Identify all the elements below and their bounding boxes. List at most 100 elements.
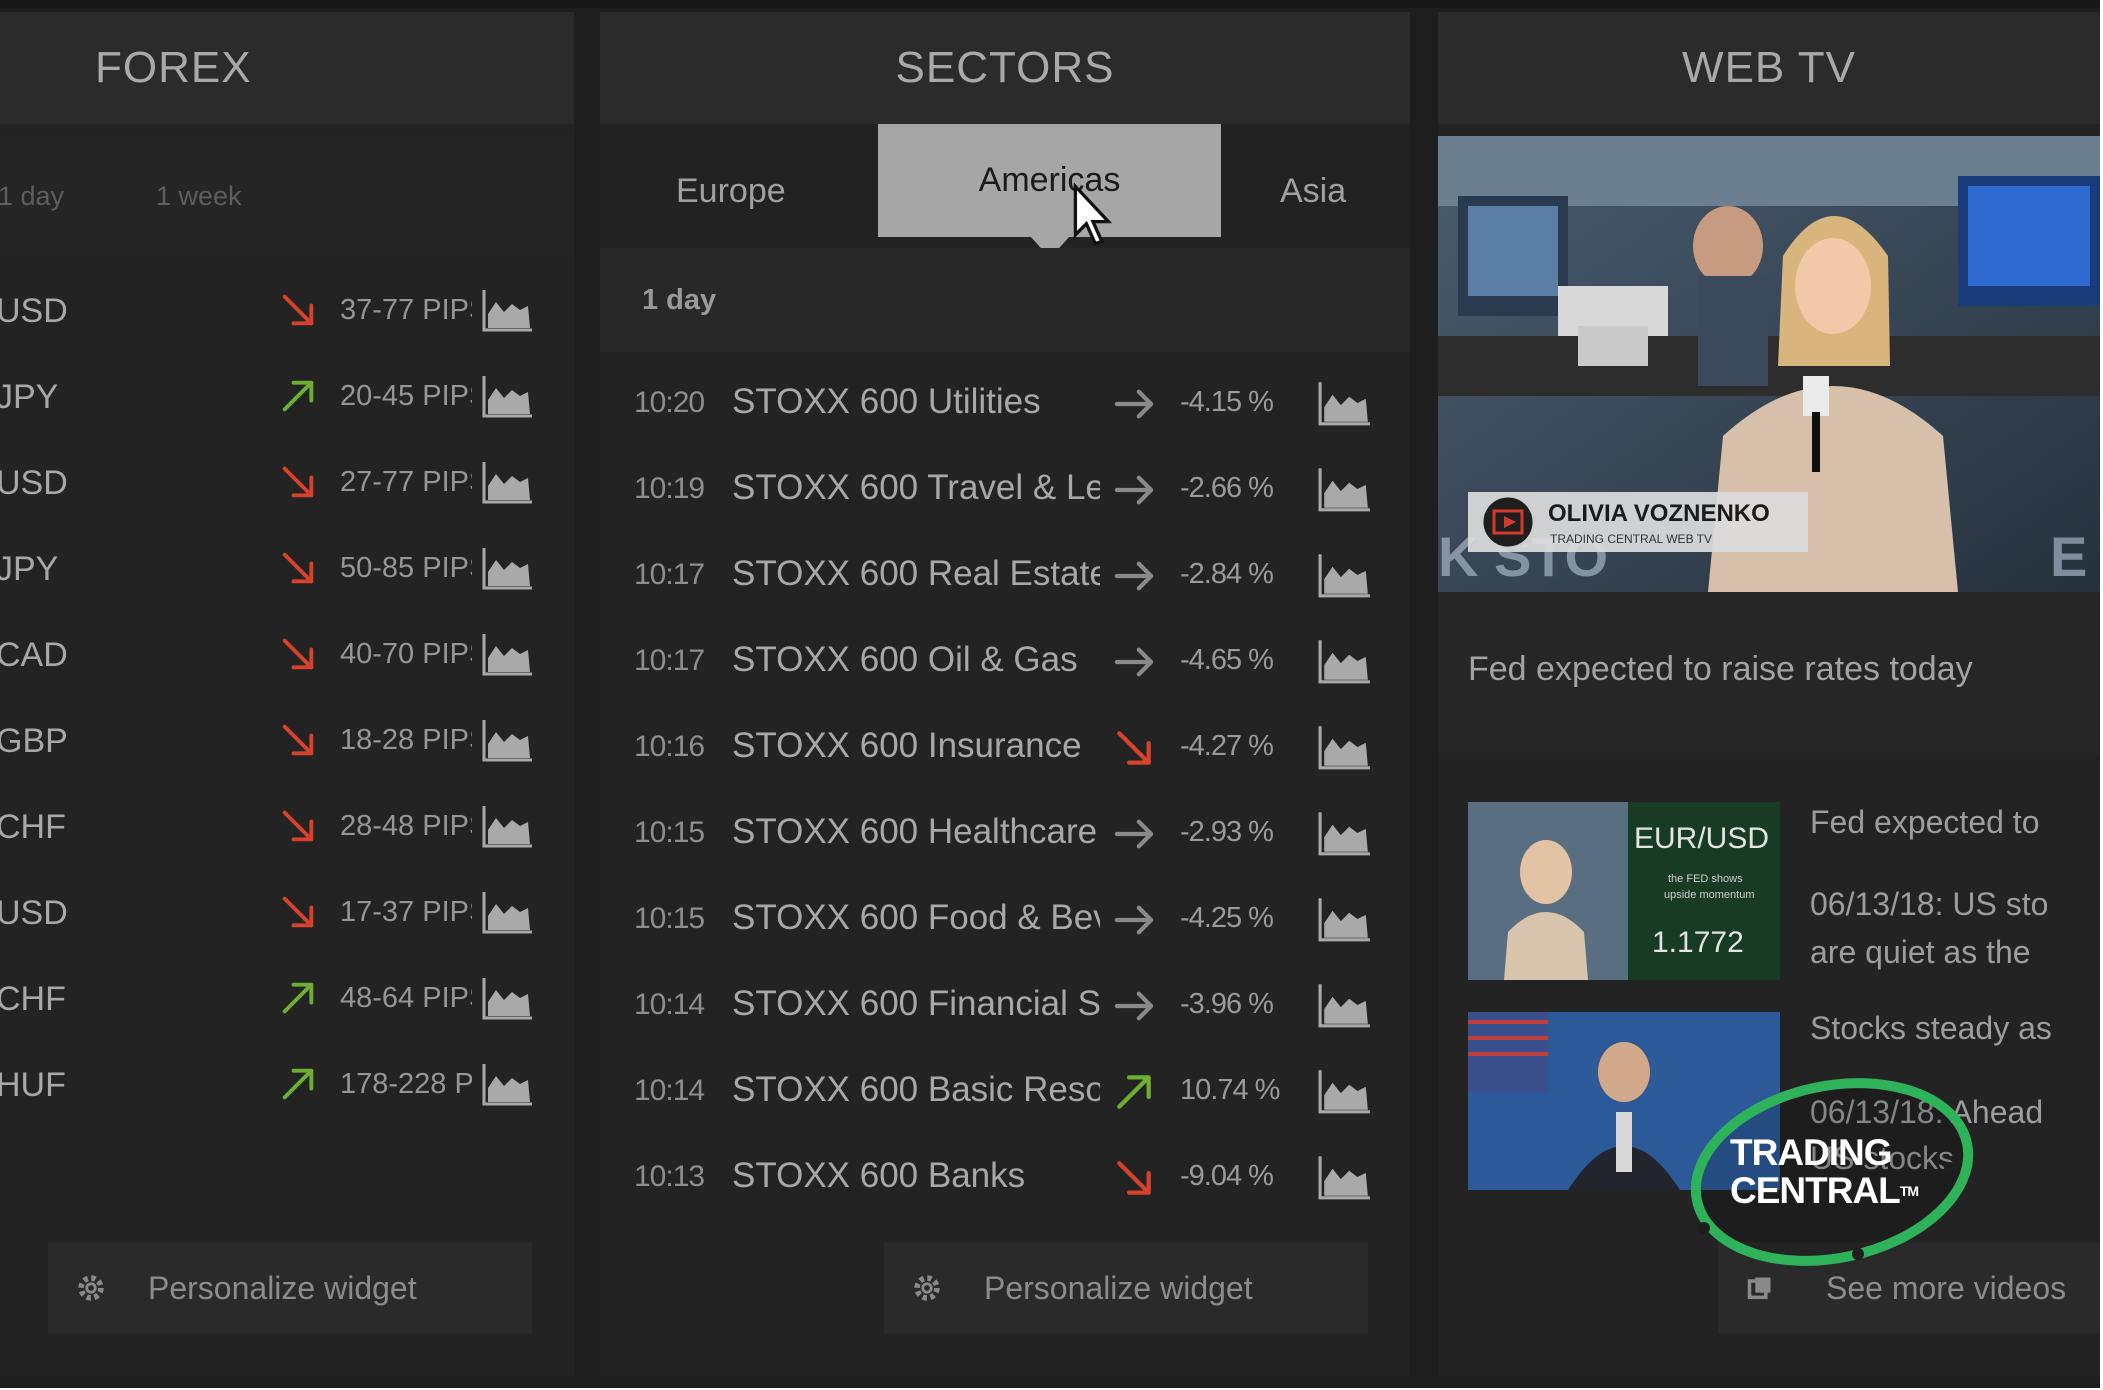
trend-neutral-arrow-icon: [1114, 905, 1154, 935]
trend-down-arrow-icon: [282, 294, 314, 326]
sector-change: -2.93 %: [1180, 816, 1274, 848]
sector-time: 10:15: [634, 816, 705, 849]
tab-americas[interactable]: Americas: [878, 124, 1221, 237]
currency-symbol: USD: [0, 464, 68, 502]
chart-icon[interactable]: [1318, 896, 1372, 942]
trading-central-logo-text: TRADING CENTRALTM: [1730, 1134, 1950, 1210]
gear-icon: [78, 1275, 104, 1301]
currency-symbol: JPY: [0, 550, 59, 588]
period-label[interactable]: 1 day: [642, 284, 716, 317]
trend-indicator: [1112, 382, 1160, 426]
trend-indicator: [1112, 468, 1160, 512]
forex-row[interactable]: CHF 48-64 PIPS: [0, 962, 574, 1048]
forex-row[interactable]: USD 17-37 PIPS: [0, 876, 574, 962]
chart-icon[interactable]: [1318, 466, 1372, 512]
currency-symbol: CAD: [0, 636, 68, 674]
chart-icon[interactable]: [482, 546, 534, 590]
sector-time: 10:15: [634, 902, 705, 935]
chart-icon[interactable]: [482, 632, 534, 676]
pips-range: 40-70 PIPS: [340, 638, 472, 670]
forex-row[interactable]: CAD 40-70 PIPS: [0, 618, 574, 704]
chart-icon[interactable]: [482, 460, 534, 504]
sector-change: -9.04 %: [1180, 1160, 1274, 1192]
forex-row[interactable]: JPY 20-45 PIPS: [0, 360, 574, 446]
chart-icon[interactable]: [1318, 1154, 1372, 1200]
featured-caption: Fed expected to raise rates today: [1468, 650, 1973, 688]
chart-icon[interactable]: [482, 804, 534, 848]
trend-indicator: [278, 720, 318, 760]
external-link-icon: [1747, 1277, 1771, 1300]
chart-icon[interactable]: [482, 976, 534, 1020]
chart-icon[interactable]: [1318, 810, 1372, 856]
chart-icon[interactable]: [482, 1062, 534, 1106]
chart-icon[interactable]: [1318, 724, 1372, 770]
news-title[interactable]: Fed expected to: [1810, 804, 2039, 841]
pips-range: 18-28 PIPS: [340, 724, 472, 756]
forex-row[interactable]: CHF 28-48 PIPS: [0, 790, 574, 876]
sector-row[interactable]: 10:20 STOXX 600 Utilities -4.15 %: [600, 364, 1410, 450]
tab-1-day[interactable]: 1 day: [0, 181, 64, 212]
sector-row[interactable]: 10:13 STOXX 600 Banks -9.04 %: [600, 1138, 1410, 1224]
trend-down-arrow-icon: [282, 638, 314, 670]
chart-icon[interactable]: [1318, 982, 1372, 1028]
trend-down-arrow-icon: [282, 810, 314, 842]
forex-row[interactable]: USD 37-77 PIPS: [0, 274, 574, 360]
trend-indicator: [278, 376, 318, 416]
sector-row[interactable]: 10:15 STOXX 600 Food & Beverage -4.25 %: [600, 880, 1410, 966]
sector-row[interactable]: 10:17 STOXX 600 Real Estate -2.84 %: [600, 536, 1410, 622]
sector-time: 10:13: [634, 1160, 705, 1193]
tab-europe[interactable]: Europe: [676, 172, 786, 211]
chart-icon[interactable]: [482, 374, 534, 418]
forex-row[interactable]: GBP 18-28 PIPS: [0, 704, 574, 790]
currency-symbol: USD: [0, 292, 68, 330]
trend-indicator: [1112, 984, 1160, 1028]
forex-personalize-button[interactable]: Personalize widget: [48, 1242, 532, 1334]
trend-indicator: [1112, 554, 1160, 598]
tab-1-week[interactable]: 1 week: [156, 181, 242, 212]
forex-row[interactable]: JPY 50-85 PIPS: [0, 532, 574, 618]
sectors-widget: SECTORS Europe Asia Americas 1 day 10:20…: [600, 12, 1410, 1376]
sector-row[interactable]: 10:16 STOXX 600 Insurance -4.27 %: [600, 708, 1410, 794]
chart-icon[interactable]: [1318, 638, 1372, 684]
trend-neutral-arrow-icon: [1114, 475, 1154, 505]
featured-caption-bar[interactable]: Fed expected to raise rates today: [1438, 592, 2100, 754]
sector-time: 10:17: [634, 644, 705, 677]
chart-icon[interactable]: [1318, 552, 1372, 598]
tab-asia[interactable]: Asia: [1280, 172, 1346, 211]
news-title-line2[interactable]: are quiet as the: [1810, 934, 2031, 971]
forex-row[interactable]: USD 27-77 PIPS: [0, 446, 574, 532]
trend-up-arrow-icon: [282, 380, 314, 412]
pips-range: 27-77 PIPS: [340, 466, 472, 498]
sector-change: -2.66 %: [1180, 472, 1274, 504]
sector-row[interactable]: 10:17 STOXX 600 Oil & Gas -4.65 %: [600, 622, 1410, 708]
news-title[interactable]: 06/13/18: US sto: [1810, 886, 2048, 923]
trend-down-arrow-icon: [282, 724, 314, 756]
video-player[interactable]: K STO E OLIVIA VOZNENKO TRADING CENTRAL …: [1438, 136, 2100, 592]
sector-row[interactable]: 10:14 STOXX 600 Financial Services -3.96 %: [600, 966, 1410, 1052]
chart-icon[interactable]: [482, 288, 534, 332]
sector-name: STOXX 600 Insurance: [732, 726, 1082, 765]
pips-range: 37-77 PIPS: [340, 294, 472, 326]
sectors-personalize-button[interactable]: Personalize widget: [884, 1242, 1368, 1334]
chart-icon[interactable]: [482, 718, 534, 762]
news-title[interactable]: Stocks steady as: [1810, 1010, 2052, 1047]
sector-row[interactable]: 10:19 STOXX 600 Travel & Leisure -2.66 %: [600, 450, 1410, 536]
sector-row[interactable]: 10:14 STOXX 600 Basic Resources 10.74 %: [600, 1052, 1410, 1138]
news-thumbnail[interactable]: EUR/USD the FED shows upside momentum 1.…: [1468, 802, 1780, 980]
trend-indicator: [278, 634, 318, 674]
chart-icon[interactable]: [482, 890, 534, 934]
sector-change: -4.27 %: [1180, 730, 1274, 762]
chart-icon[interactable]: [1318, 1068, 1372, 1114]
sector-name: STOXX 600 Financial Services: [732, 984, 1100, 1023]
logo-trademark: TM: [1899, 1183, 1919, 1199]
sector-row[interactable]: 10:15 STOXX 600 Healthcare -2.93 %: [600, 794, 1410, 880]
see-more-label: See more videos: [1826, 1269, 2067, 1306]
chart-icon[interactable]: [1318, 380, 1372, 426]
trend-indicator: [1112, 1156, 1160, 1200]
sector-name: STOXX 600 Banks: [732, 1156, 1026, 1195]
sector-time: 10:17: [634, 558, 705, 591]
sector-change: -2.84 %: [1180, 558, 1274, 590]
forex-row[interactable]: HUF 178-228 PIPS: [0, 1048, 574, 1134]
sector-change: -3.96 %: [1180, 988, 1274, 1020]
trend-indicator: [1112, 726, 1160, 770]
